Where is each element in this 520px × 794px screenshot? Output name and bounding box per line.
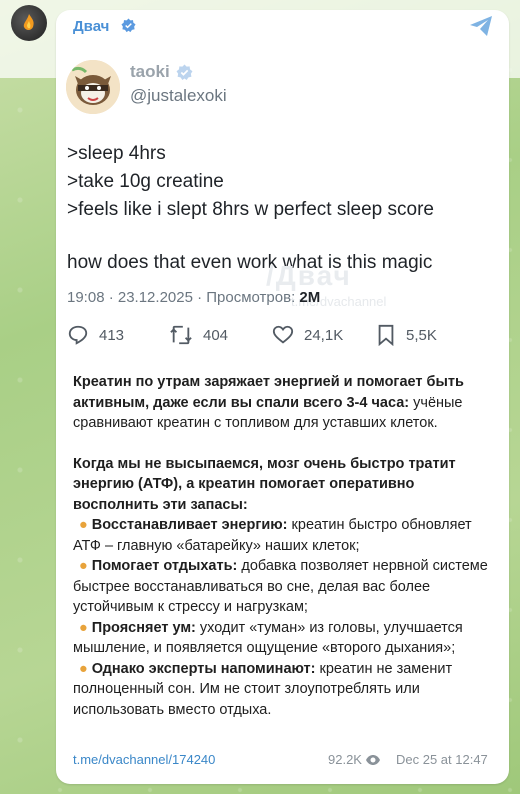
reply-icon bbox=[68, 325, 88, 345]
retweet-action: 404 bbox=[169, 324, 228, 346]
tweet-views-count: 2M bbox=[299, 289, 321, 306]
tweet-actions-bar: 413 404 24,1K 5,5K bbox=[56, 324, 509, 354]
post-views-count: 92.2K bbox=[328, 752, 362, 767]
reply-count: 413 bbox=[99, 326, 125, 344]
tweet-line: >take 10g creatine bbox=[67, 171, 224, 192]
tweet-line: >sleep 4hrs bbox=[67, 143, 166, 164]
channel-name-link[interactable]: Двач bbox=[73, 18, 109, 35]
channel-post-bubble: Двач taoki @justalexoki >sleep 4hrs >tak… bbox=[56, 10, 509, 784]
bullet-dot-icon: ● bbox=[79, 660, 88, 677]
bullet-title: Восстанавливает энергию: bbox=[91, 517, 288, 533]
tweet-display-name: taoki bbox=[130, 62, 170, 81]
like-action: 24,1K bbox=[272, 324, 343, 346]
post-caption: Креатин по утрам заряжает энергией и пом… bbox=[73, 372, 498, 720]
bookmark-action: 5,5K bbox=[376, 324, 437, 346]
caption-para2-bold: Когда мы не высыпаемся, мозг очень быстр… bbox=[73, 455, 456, 513]
bullet-dot-icon: ● bbox=[79, 517, 88, 533]
caption-bullet: ● Проясняет ум: уходит «туман» из головы,… bbox=[73, 618, 498, 659]
tweet-timestamp: 19:08 · 23.12.2025 · Просмотров: bbox=[67, 289, 300, 306]
retweet-icon bbox=[170, 325, 192, 345]
bookmark-icon bbox=[378, 324, 394, 346]
tweet-verified-icon bbox=[176, 64, 193, 80]
post-link[interactable]: t.me/dvachannel/174240 bbox=[73, 752, 215, 767]
post-date: Dec 25 at 12:47 bbox=[396, 752, 488, 767]
watermark: /Двач bbox=[266, 260, 352, 291]
retweet-count: 404 bbox=[203, 326, 229, 344]
verified-badge-icon bbox=[121, 18, 136, 33]
bullet-title: Помогает отдыхать: bbox=[91, 558, 238, 574]
tweet-author-avatar bbox=[66, 60, 120, 114]
tweet-meta: 19:08 · 23.12.2025 · Просмотров: 2M bbox=[67, 289, 320, 306]
bullet-dot-icon: ● bbox=[79, 619, 88, 636]
caption-bullet: ● Однако эксперты напоминают: креатин не … bbox=[73, 659, 498, 721]
post-header: Двач bbox=[56, 10, 509, 42]
bullet-title: Проясняет ум: bbox=[91, 619, 196, 636]
caption-bullet: ● Помогает отдыхать: добавка позволяет не… bbox=[73, 556, 498, 618]
tweet-line: >feels like i slept 8hrs w perfect sleep… bbox=[67, 199, 434, 220]
channel-avatar[interactable] bbox=[11, 5, 47, 41]
tweet-screenshot: taoki @justalexoki >sleep 4hrs >take 10g… bbox=[56, 42, 509, 362]
tweet-handle: @justalexoki bbox=[130, 86, 227, 105]
raccoon-avatar-icon bbox=[66, 60, 120, 114]
bullet-dot-icon: ● bbox=[79, 558, 88, 574]
post-footer: t.me/dvachannel/174240 92.2K Dec 25 at 1… bbox=[73, 752, 498, 772]
share-send-icon[interactable] bbox=[468, 14, 494, 38]
caption-para2: Когда мы не высыпаемся, мозг очень быстр… bbox=[73, 454, 498, 516]
caption-intro-bold: Креатин по утрам заряжает энергией и пом… bbox=[73, 374, 464, 411]
bullet-title: Однако эксперты напоминают: bbox=[91, 660, 316, 677]
tweet-text-line2: how does that even work what is this mag… bbox=[67, 252, 433, 273]
reply-action: 413 bbox=[67, 324, 124, 346]
tweet-text: >sleep 4hrs >take 10g creatine >feels li… bbox=[67, 140, 434, 224]
like-count: 24,1K bbox=[304, 326, 344, 344]
bookmark-count: 5,5K bbox=[406, 326, 437, 344]
eye-icon bbox=[365, 754, 380, 765]
post-views: 92.2K bbox=[328, 752, 381, 767]
heart-icon bbox=[272, 325, 294, 344]
caption-intro: Креатин по утрам заряжает энергией и пом… bbox=[73, 372, 498, 434]
flame-logo-icon bbox=[23, 14, 34, 30]
caption-bullet: ● Восстанавливает энергию: креатин быстро… bbox=[73, 515, 498, 556]
